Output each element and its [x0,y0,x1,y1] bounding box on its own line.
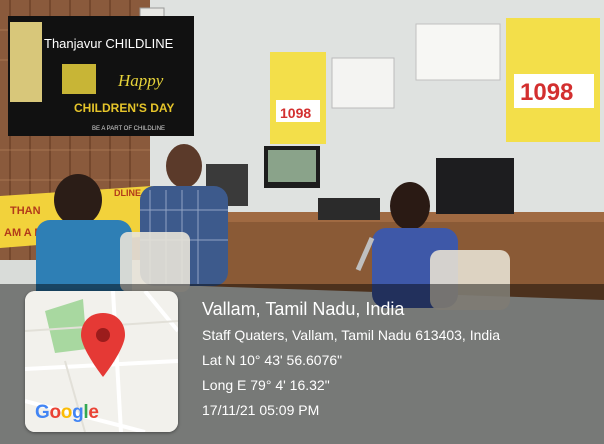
geotag-details: Vallam, Tamil Nadu, India Staff Quaters,… [202,298,597,427]
map-thumbnail: Google [25,291,178,432]
wall-calendar [415,23,501,81]
latitude-text: Lat N 10° 43' 56.6076" [202,352,343,368]
banner-event: CHILDREN'S DAY [74,101,174,115]
capture-datetime: 17/11/21 05:09 PM [202,402,320,418]
poster-text: THAN [10,205,41,217]
wall-notice [331,57,395,109]
poster-text: DLINE [114,188,141,198]
longitude-text: Long E 79° 4' 16.32" [202,377,330,393]
banner-greeting: Happy [117,71,164,90]
helpline-poster-2: 1098 [506,18,600,142]
google-logo: Google [35,402,99,423]
banner-tagline: BE A PART OF CHILDLINE [92,126,165,132]
banner-title: Thanjavur CHILDLINE [44,36,174,51]
location-place: Vallam, Tamil Nadu, India [202,299,405,319]
childline-banner: Thanjavur CHILDLINE Happy CHILDREN'S DAY… [8,16,194,136]
poster-text: 1098 [520,79,573,106]
audio-mixer [318,198,380,220]
location-address: Staff Quaters, Vallam, Tamil Nadu 613403… [202,327,501,343]
monitor-2 [436,158,514,214]
helpline-poster-1: 1098 [270,52,326,144]
poster-text: 1098 [280,105,311,121]
